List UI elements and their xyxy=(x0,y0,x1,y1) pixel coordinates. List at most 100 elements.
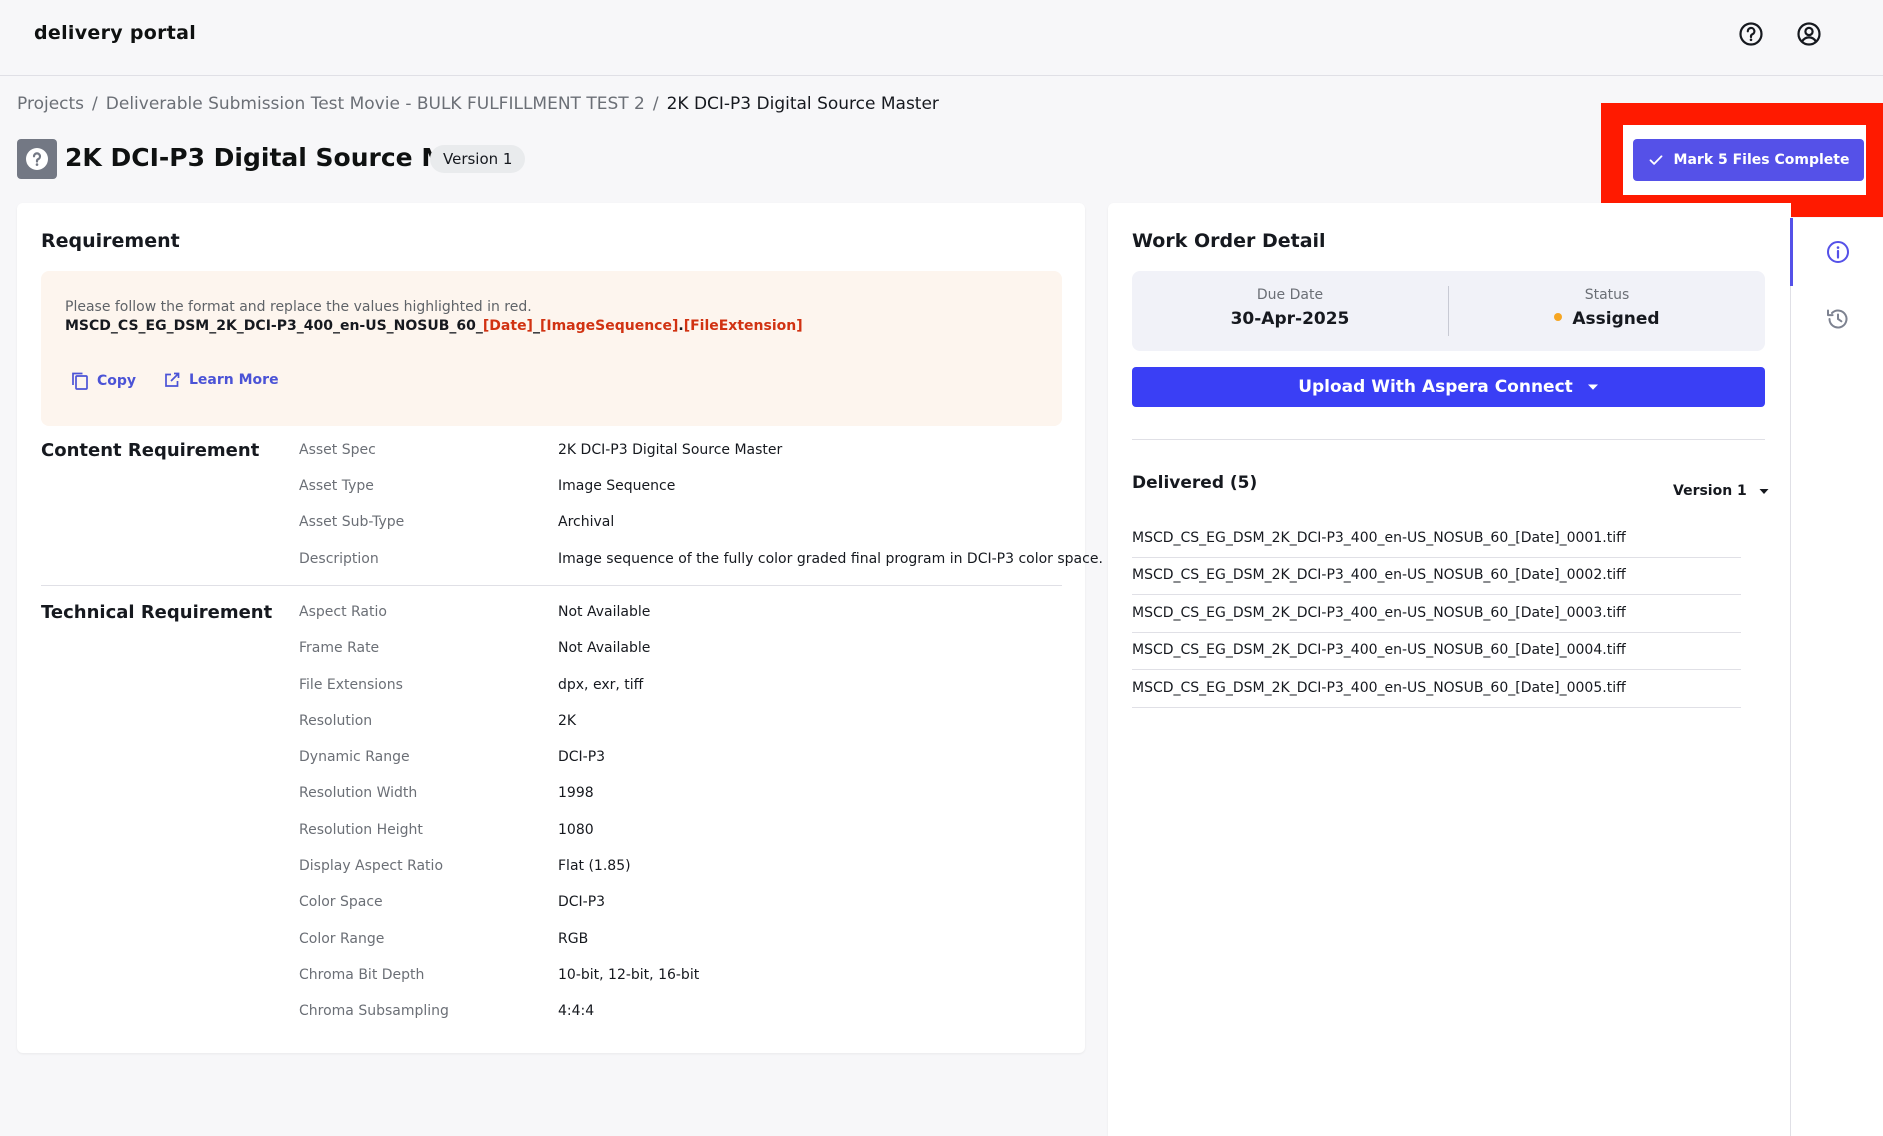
spec-value: Archival xyxy=(558,514,615,530)
delivered-file-row[interactable]: MSCD_CS_EG_DSM_2K_DCI-P3_400_en-US_NOSUB… xyxy=(1132,521,1741,558)
delivered-file-row[interactable]: MSCD_CS_EG_DSM_2K_DCI-P3_400_en-US_NOSUB… xyxy=(1132,558,1741,595)
spec-value: Not Available xyxy=(558,604,651,620)
spec-label: Resolution Height xyxy=(299,822,423,838)
user-account-icon[interactable] xyxy=(1795,20,1823,48)
spec-label: Resolution xyxy=(299,713,373,729)
learn-more-label: Learn More xyxy=(189,372,279,388)
spec-row-color-space: Color Space DCI-P3 xyxy=(299,894,1059,914)
delivered-file-row[interactable]: MSCD_CS_EG_DSM_2K_DCI-P3_400_en-US_NOSUB… xyxy=(1132,633,1741,670)
spec-value: RGB xyxy=(558,931,589,947)
format-hint: Please follow the format and replace the… xyxy=(65,299,532,315)
breadcrumb-project[interactable]: Deliverable Submission Test Movie - BULK… xyxy=(106,94,645,114)
format-date-placeholder: [Date] xyxy=(482,318,533,334)
info-icon[interactable] xyxy=(1825,239,1851,265)
spec-row-color-range: Color Range RGB xyxy=(299,931,1059,951)
spec-row-dynamic-range: Dynamic Range DCI-P3 xyxy=(299,749,1059,769)
caret-down-icon xyxy=(1587,384,1598,390)
format-sequence-placeholder: [ImageSequence] xyxy=(539,318,679,334)
copy-format-button[interactable]: Copy xyxy=(71,371,136,391)
right-rail xyxy=(1790,218,1883,1136)
help-icon[interactable] xyxy=(1737,20,1765,48)
work-order-title: Work Order Detail xyxy=(1132,230,1326,252)
spec-label: Chroma Subsampling xyxy=(299,1003,449,1019)
format-prefix: MSCD_CS_EG_DSM_2K_DCI-P3_400_en-US_NOSUB… xyxy=(65,318,483,334)
status-value: Assigned xyxy=(1449,309,1765,329)
copy-label: Copy xyxy=(97,373,137,389)
spec-value: 10-bit, 12-bit, 16-bit xyxy=(558,967,700,983)
requirement-card: Requirement Please follow the format and… xyxy=(17,203,1103,1053)
spec-label: Frame Rate xyxy=(299,640,380,656)
status-dot-icon xyxy=(1554,313,1563,321)
highlight-inner: Mark 5 Files Complete xyxy=(1623,125,1866,195)
breadcrumb: Projects / Deliverable Submission Test Mov… xyxy=(17,94,939,114)
spec-row-file-extensions: File Extensions dpx, exr, tiff xyxy=(299,677,1059,697)
caret-down-icon xyxy=(1759,488,1769,494)
spec-row-asset-spec: Asset Spec 2K DCI-P3 Digital Source Maste… xyxy=(299,442,1059,462)
spec-label: Dynamic Range xyxy=(299,749,410,765)
version-badge: Version 1 xyxy=(430,145,526,173)
version-select[interactable]: Version 1 xyxy=(1673,483,1769,499)
spec-row-description: Description Image sequence of the fully c… xyxy=(299,551,1103,571)
spec-row-display-aspect-ratio: Display Aspect Ratio Flat (1.85) xyxy=(299,858,1059,878)
spec-label: Asset Type xyxy=(299,478,374,494)
top-bar: delivery portal xyxy=(0,0,1883,76)
format-separator: _ xyxy=(532,318,540,334)
content-requirement-title: Content Requirement xyxy=(41,440,260,461)
spec-value: Not Available xyxy=(558,640,651,656)
work-order-summary: Due Date 30-Apr-2025 Status Assigned xyxy=(1132,271,1765,351)
app-logo[interactable]: delivery portal xyxy=(34,22,196,44)
version-select-value: Version 1 xyxy=(1673,483,1747,499)
check-icon xyxy=(1649,155,1662,165)
spec-value: 1998 xyxy=(558,785,594,801)
spec-label: Display Aspect Ratio xyxy=(299,858,444,874)
copy-icon xyxy=(72,372,88,390)
spec-value: DCI-P3 xyxy=(558,749,606,765)
rail-active-indicator xyxy=(1790,218,1793,286)
spec-label: Color Range xyxy=(299,931,385,947)
spec-label: Resolution Width xyxy=(299,785,418,801)
section-divider xyxy=(41,585,1062,586)
spec-value: Flat (1.85) xyxy=(558,858,631,874)
spec-label: Color Space xyxy=(299,894,383,910)
spec-label: Asset Sub-Type xyxy=(299,514,405,530)
highlight-frame: Mark 5 Files Complete xyxy=(1601,103,1883,217)
spec-row-asset-type: Asset Type Image Sequence xyxy=(299,478,1059,498)
mark-files-complete-button[interactable]: Mark 5 Files Complete xyxy=(1633,139,1864,181)
status-text: Assigned xyxy=(1572,309,1660,329)
work-order-card: Work Order Detail Due Date 30-Apr-2025 S… xyxy=(1108,203,1791,1136)
breadcrumb-current: 2K DCI-P3 Digital Source Master xyxy=(666,94,939,114)
spec-row-frame-rate: Frame Rate Not Available xyxy=(299,640,1059,660)
spec-row-asset-sub-type: Asset Sub-Type Archival xyxy=(299,514,1059,534)
upload-aspera-button[interactable]: Upload With Aspera Connect xyxy=(1132,367,1765,407)
spec-label: File Extensions xyxy=(299,677,403,693)
spec-value: 2K xyxy=(558,713,577,729)
delivered-file-row[interactable]: MSCD_CS_EG_DSM_2K_DCI-P3_400_en-US_NOSUB… xyxy=(1132,671,1741,708)
spec-label: Description xyxy=(299,551,379,567)
status-label: Status xyxy=(1584,287,1630,303)
unknown-asset-icon xyxy=(17,139,57,179)
mark-files-complete-label: Mark 5 Files Complete xyxy=(1673,152,1850,168)
due-date-value: 30-Apr-2025 xyxy=(1230,309,1350,329)
spec-value: dpx, exr, tiff xyxy=(558,677,644,693)
technical-requirement-title: Technical Requirement xyxy=(41,602,273,623)
spec-row-aspect-ratio: Aspect Ratio Not Available xyxy=(299,604,1059,624)
spec-row-resolution: Resolution 2K xyxy=(299,713,1059,733)
spec-label: Asset Spec xyxy=(299,442,376,458)
breadcrumb-separator: / xyxy=(652,94,659,114)
spec-value: 4:4:4 xyxy=(558,1003,595,1019)
spec-label: Aspect Ratio xyxy=(299,604,387,620)
spec-label: Chroma Bit Depth xyxy=(299,967,425,983)
spec-value: 2K DCI-P3 Digital Source Master xyxy=(558,442,783,458)
naming-format-box: Please follow the format and replace the… xyxy=(41,271,1062,426)
external-link-icon xyxy=(165,372,180,387)
history-icon[interactable] xyxy=(1825,306,1851,332)
delivered-file-row[interactable]: MSCD_CS_EG_DSM_2K_DCI-P3_400_en-US_NOSUB… xyxy=(1132,596,1741,633)
format-filename: MSCD_CS_EG_DSM_2K_DCI-P3_400_en-US_NOSUB… xyxy=(65,318,803,334)
status-block: Status Assigned xyxy=(1449,287,1765,329)
spec-row-resolution-height: Resolution Height 1080 xyxy=(299,822,1059,842)
breadcrumb-projects[interactable]: Projects xyxy=(17,94,84,114)
learn-more-link[interactable]: Learn More xyxy=(163,371,279,389)
spec-value: 1080 xyxy=(558,822,594,838)
requirement-title: Requirement xyxy=(41,230,180,252)
due-date-label: Due Date xyxy=(1256,287,1324,303)
